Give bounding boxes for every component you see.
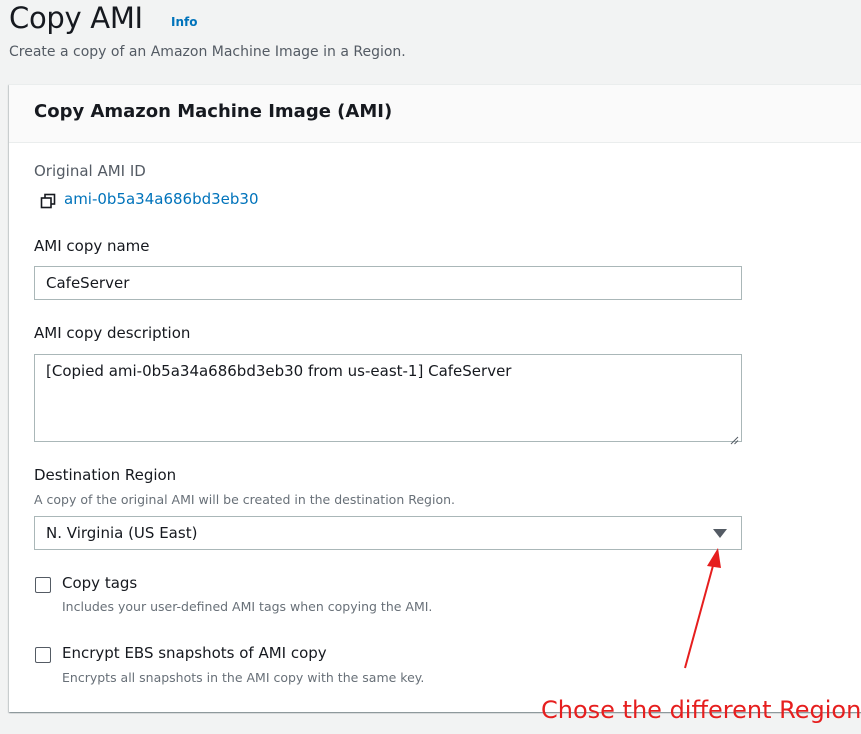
annotation-arrow-icon — [684, 548, 721, 669]
annotation-text: Chose the different Region — [541, 696, 861, 724]
